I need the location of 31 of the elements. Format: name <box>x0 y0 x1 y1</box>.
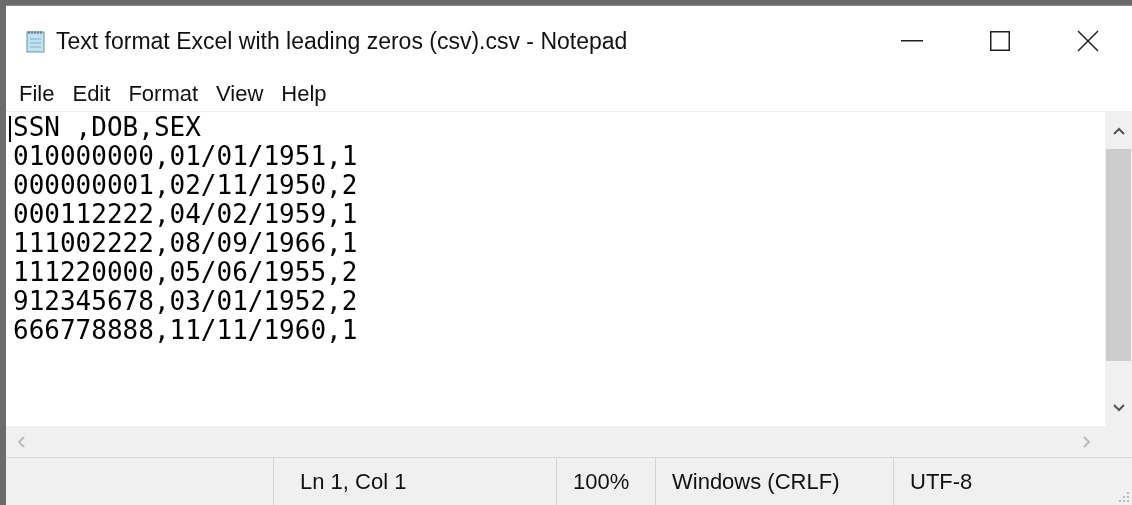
menu-item[interactable]: Edit <box>63 78 120 109</box>
encoding: UTF-8 <box>910 468 973 496</box>
scroll-left-icon <box>17 435 25 448</box>
text-line: 010000000,01/01/1951,1 <box>13 142 358 171</box>
menu-item[interactable]: View <box>207 78 273 109</box>
cursor-position: Ln 1, Col 1 <box>300 468 407 496</box>
scrollbar-thumb[interactable] <box>1106 149 1131 361</box>
text-line: 111002222,08/09/1966,1 <box>13 229 358 258</box>
maximize-icon <box>990 31 1010 51</box>
line-ending: Windows (CRLF) <box>672 468 840 496</box>
menu-item[interactable]: Help <box>272 78 336 109</box>
menu-item[interactable]: Format <box>119 78 208 109</box>
minimize-icon <box>901 40 923 42</box>
text-line: 000112222,04/02/1959,1 <box>13 200 358 229</box>
text-line: 912345678,03/01/1952,2 <box>13 287 358 316</box>
scroll-right-icon <box>1083 435 1091 448</box>
menu-item[interactable]: File <box>10 78 64 109</box>
text-cursor <box>9 116 11 142</box>
close-icon <box>1077 30 1099 52</box>
text-line: 111220000,05/06/1955,2 <box>13 258 358 287</box>
text-line: 666778888,11/11/1960,1 <box>13 316 358 345</box>
text-line: SSN ,DOB,SEX <box>13 113 201 142</box>
window-title: Text format Excel with leading zeros (csv).csv - Notepad <box>56 26 628 56</box>
vertical-scrollbar[interactable] <box>1105 112 1132 426</box>
resize-grip-icon <box>1118 491 1130 503</box>
scroll-down-icon <box>1112 404 1125 412</box>
zoom-level: 100% <box>573 468 630 496</box>
scroll-up-icon <box>1112 127 1125 135</box>
text-line: 000000001,02/11/1950,2 <box>13 171 358 200</box>
horizontal-scrollbar[interactable] <box>6 426 1132 458</box>
notepad-icon <box>25 29 47 53</box>
